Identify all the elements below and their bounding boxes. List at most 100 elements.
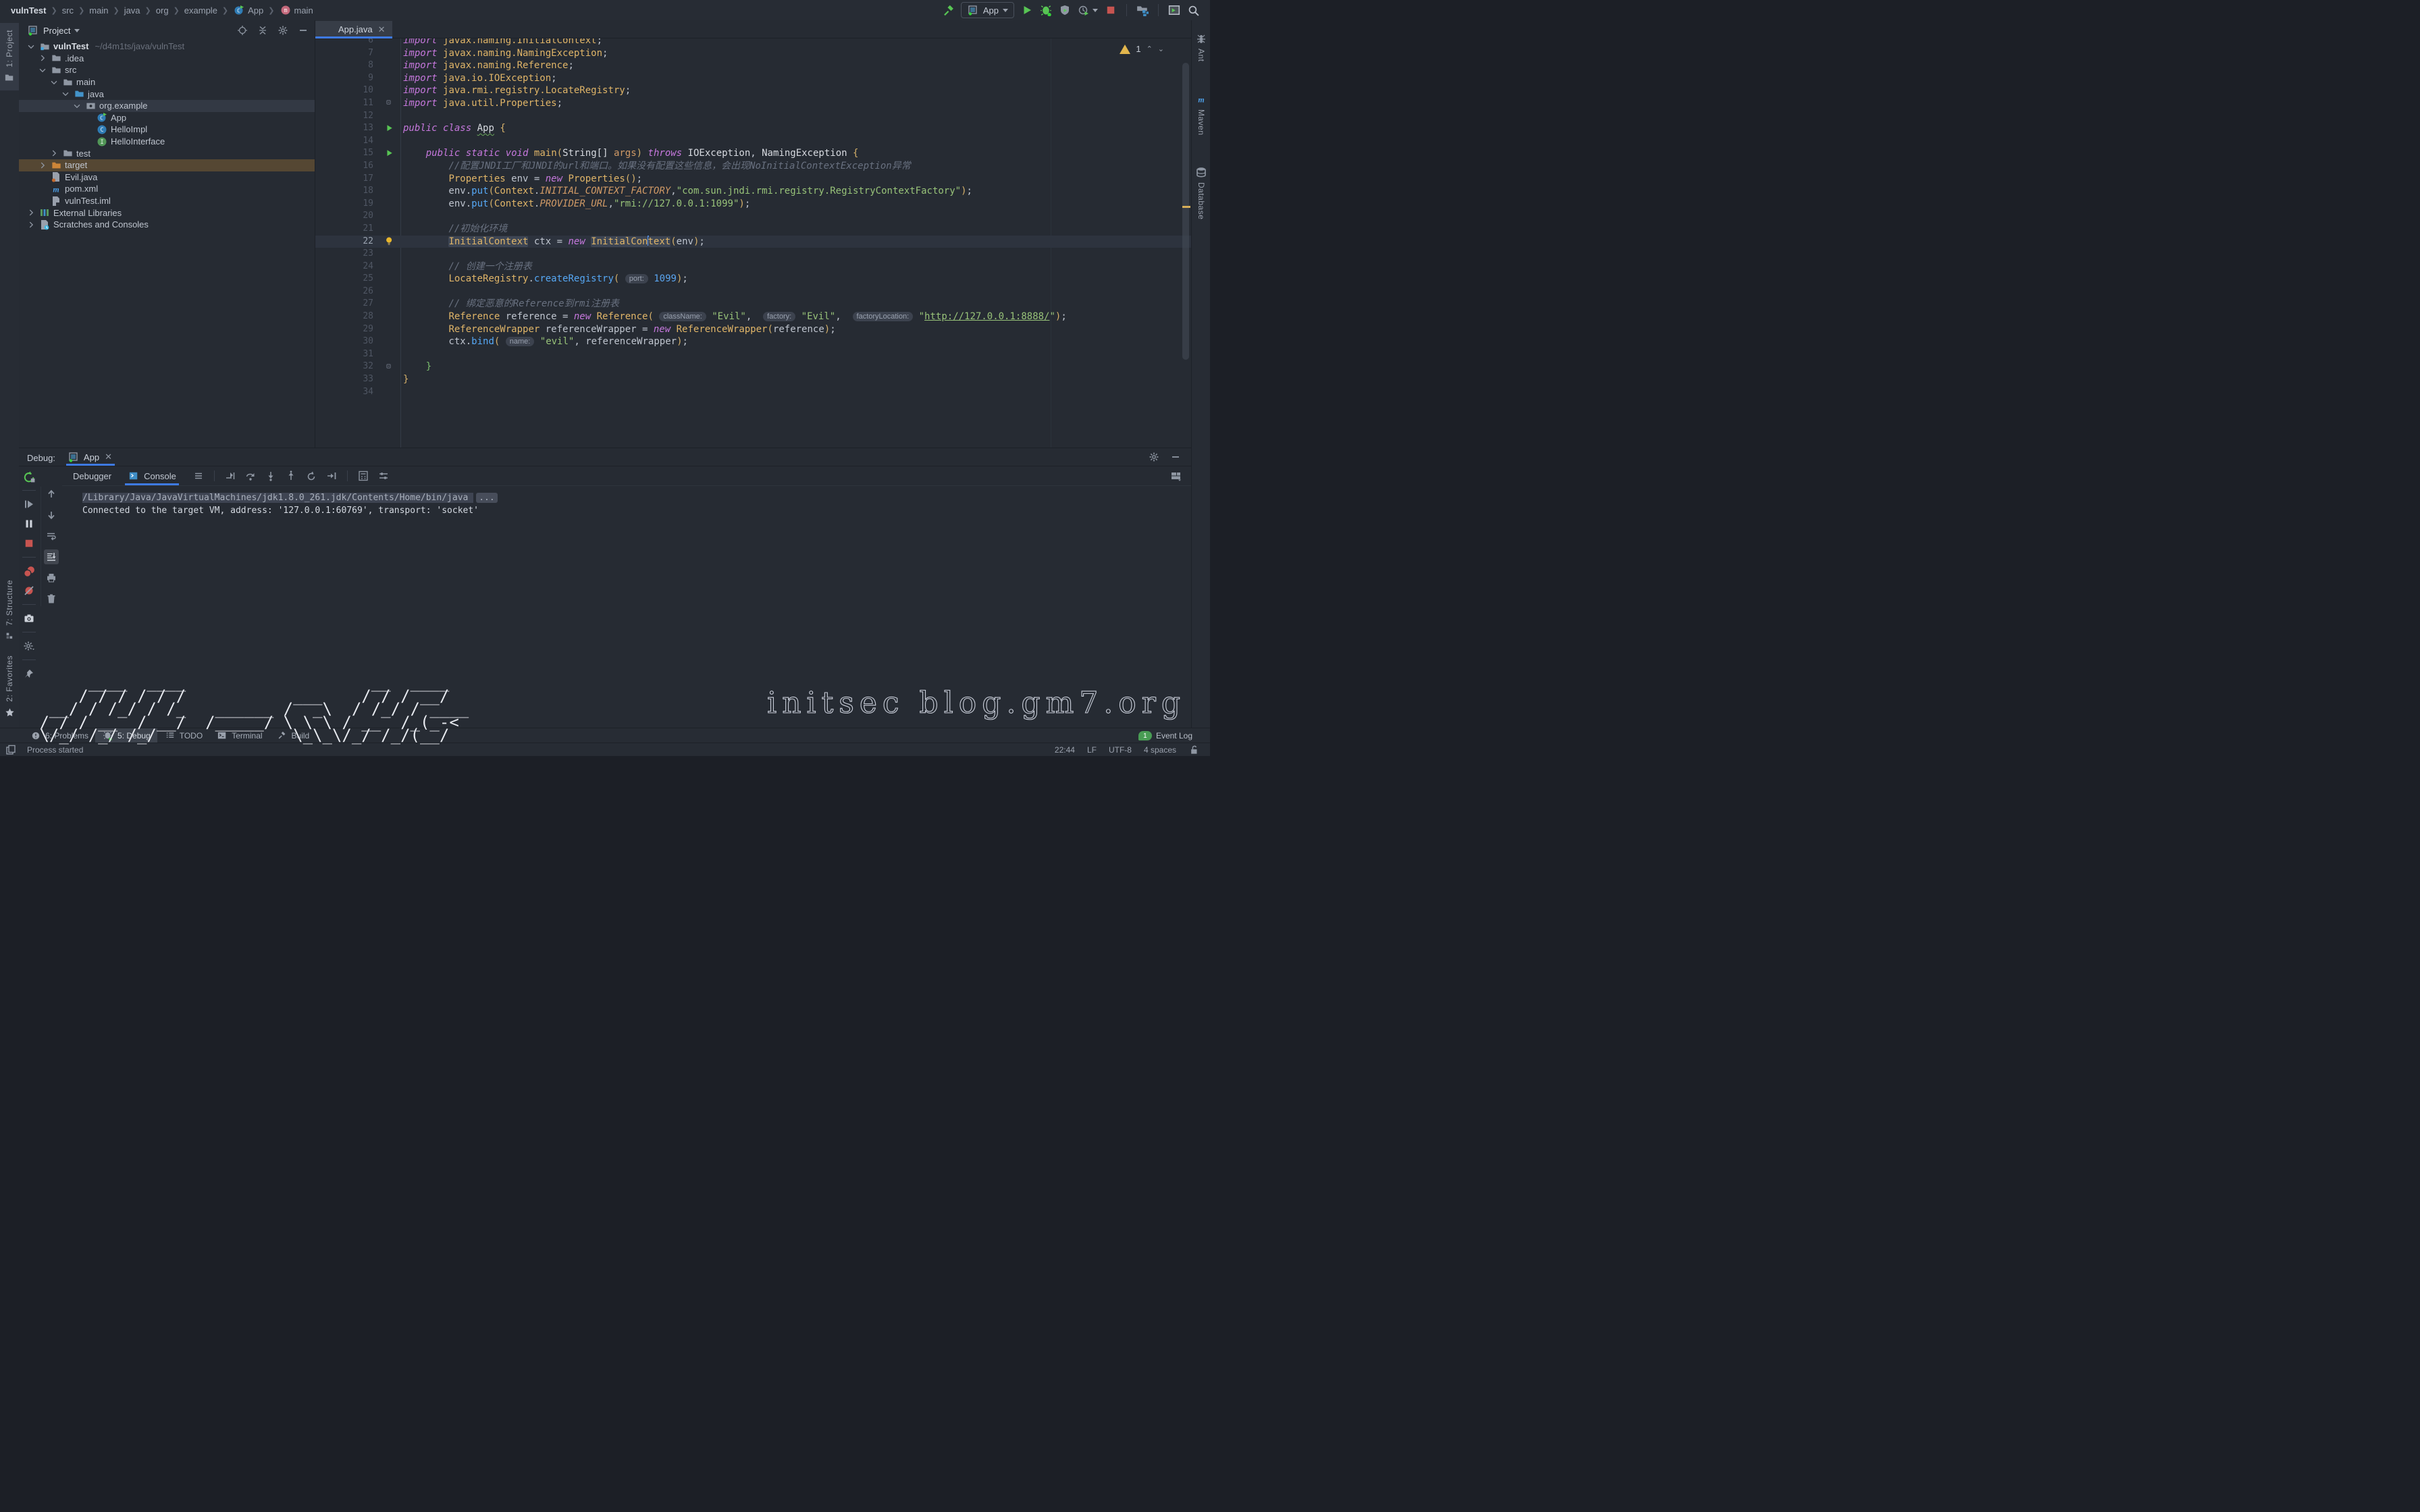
gutter-marks[interactable] bbox=[376, 323, 403, 336]
tree-item-test[interactable]: test bbox=[19, 147, 315, 159]
code-line-16[interactable]: 16 //配置JNDI工厂和JNDI的url和端口。如果没有配置这些信息，会出现… bbox=[315, 160, 1191, 173]
gutter-marks[interactable] bbox=[376, 261, 403, 273]
code-line-8[interactable]: 8import javax.naming.Reference; bbox=[315, 59, 1191, 72]
gutter-marks[interactable] bbox=[376, 210, 403, 223]
status-item[interactable]: UTF-8 bbox=[1109, 745, 1132, 755]
code-line-31[interactable]: 31 bbox=[315, 348, 1191, 361]
rerun-button[interactable] bbox=[22, 469, 36, 484]
tree-item-hellointerface[interactable]: IHelloInterface bbox=[19, 136, 315, 148]
code-line-6[interactable]: 6import javax.naming.InitialContext; bbox=[315, 38, 1191, 47]
warning-icon[interactable] bbox=[1120, 45, 1130, 54]
error-stripe-mark[interactable] bbox=[1182, 206, 1190, 208]
code-line-9[interactable]: 9import java.io.IOException; bbox=[315, 72, 1191, 85]
code-line-12[interactable]: 12 bbox=[315, 110, 1191, 123]
prev-warning-icon[interactable]: ⌃ bbox=[1147, 45, 1153, 53]
project-structure-icon[interactable] bbox=[1136, 4, 1149, 16]
breadcrumb-item[interactable]: main bbox=[88, 5, 109, 16]
view-tab-console[interactable]: Console bbox=[121, 467, 183, 485]
bulb-icon[interactable] bbox=[384, 236, 396, 248]
gutter-marks[interactable] bbox=[376, 360, 403, 373]
gutter-marks[interactable] bbox=[376, 310, 403, 323]
stripe-button-maven[interactable]: mMaven bbox=[1195, 86, 1207, 142]
code-line-26[interactable]: 26 bbox=[315, 286, 1191, 298]
show-execution-point-button[interactable] bbox=[224, 470, 236, 482]
gutter-marks[interactable] bbox=[376, 236, 403, 248]
step-out-button[interactable] bbox=[285, 470, 297, 482]
fold-start-icon[interactable] bbox=[384, 361, 396, 373]
code-line-15[interactable]: 15 public static void main(String[] args… bbox=[315, 147, 1191, 160]
code-line-14[interactable]: 14 bbox=[315, 135, 1191, 148]
code-line-24[interactable]: 24 // 创建一个注册表 bbox=[315, 261, 1191, 273]
chevron-right-icon[interactable] bbox=[48, 147, 60, 159]
gear-icon[interactable] bbox=[1148, 451, 1160, 463]
code-line-20[interactable]: 20 bbox=[315, 210, 1191, 223]
code-line-17[interactable]: 17 Properties env = new Properties(); bbox=[315, 173, 1191, 186]
tree-item-target[interactable]: target bbox=[19, 159, 315, 171]
close-icon[interactable]: ✕ bbox=[378, 24, 386, 35]
gutter-marks[interactable] bbox=[376, 386, 403, 399]
scroll-to-end-button[interactable] bbox=[44, 549, 59, 564]
layout-settings-button[interactable] bbox=[1169, 470, 1191, 482]
hammer-icon[interactable] bbox=[942, 4, 954, 16]
status-item[interactable]: 4 spaces bbox=[1144, 745, 1176, 755]
locate-icon[interactable] bbox=[236, 24, 248, 36]
chevron-right-icon[interactable] bbox=[25, 207, 37, 219]
stripe-button-2-favorites[interactable]: 2: Favorites bbox=[0, 649, 19, 725]
chevron-down-icon[interactable] bbox=[36, 64, 49, 76]
chevron-down-icon[interactable] bbox=[74, 29, 80, 32]
tree-item-helloimpl[interactable]: CHelloImpl bbox=[19, 124, 315, 136]
chevron-right-icon[interactable] bbox=[25, 219, 37, 231]
code-line-7[interactable]: 7import javax.naming.NamingException; bbox=[315, 47, 1191, 60]
search-icon[interactable] bbox=[1187, 4, 1199, 16]
profiler-icon[interactable] bbox=[1078, 4, 1090, 16]
code-lines[interactable]: 6import javax.naming.InitialContext;7imp… bbox=[315, 38, 1191, 398]
breadcrumb-item[interactable]: CApp bbox=[232, 4, 265, 16]
tree-item-pom-xml[interactable]: mpom.xml bbox=[19, 183, 315, 195]
mute-breakpoints-button[interactable] bbox=[22, 583, 36, 598]
step-into-button[interactable] bbox=[265, 470, 277, 482]
gutter-marks[interactable] bbox=[376, 373, 403, 386]
unlocked-icon[interactable] bbox=[1188, 744, 1201, 756]
project-view-title[interactable]: Project bbox=[43, 26, 70, 36]
gutter-marks[interactable] bbox=[376, 38, 403, 47]
folded-output[interactable]: ... bbox=[476, 493, 497, 503]
coverage-icon[interactable] bbox=[1059, 4, 1071, 16]
code-line-21[interactable]: 21 //初始化环境 bbox=[315, 223, 1191, 236]
get-thread-dump-button[interactable] bbox=[22, 611, 36, 626]
tree-item-scratches-and-consoles[interactable]: Scratches and Consoles bbox=[19, 219, 315, 231]
clear-all-button[interactable] bbox=[44, 591, 59, 606]
console-history-button[interactable] bbox=[192, 470, 205, 482]
minimize-icon[interactable] bbox=[297, 24, 309, 36]
console-line[interactable]: /Library/Java/JavaVirtualMachines/jdk1.8… bbox=[82, 491, 1191, 504]
breadcrumb-item[interactable]: src bbox=[61, 5, 75, 16]
pause-program-button[interactable] bbox=[22, 516, 36, 531]
view-tab-debugger[interactable]: Debugger bbox=[66, 467, 118, 485]
soft-wrap-button[interactable] bbox=[44, 529, 59, 543]
gutter-marks[interactable] bbox=[376, 348, 403, 361]
gutter-marks[interactable] bbox=[376, 286, 403, 298]
breadcrumb-item[interactable]: vulnTest bbox=[9, 5, 48, 16]
code-line-30[interactable]: 30 ctx.bind( name: "evil", referenceWrap… bbox=[315, 335, 1191, 348]
run-icon[interactable] bbox=[1021, 4, 1033, 16]
debug-bug-icon[interactable] bbox=[1040, 4, 1052, 16]
gutter-marks[interactable] bbox=[376, 84, 403, 97]
up-stack-button[interactable] bbox=[44, 487, 59, 502]
chevron-down-icon[interactable] bbox=[25, 40, 37, 53]
gutter-marks[interactable] bbox=[376, 59, 403, 72]
stop-process-button[interactable] bbox=[22, 536, 36, 551]
gutter-marks[interactable] bbox=[376, 47, 403, 60]
gutter-marks[interactable] bbox=[376, 198, 403, 211]
chevron-right-icon[interactable] bbox=[36, 159, 49, 171]
code-viewport[interactable]: 6import javax.naming.InitialContext;7imp… bbox=[315, 38, 1191, 448]
breadcrumb-item[interactable]: mmain bbox=[278, 4, 315, 16]
code-line-22[interactable]: 22 InitialContext ctx = new InitialConte… bbox=[315, 236, 1191, 248]
view-breakpoints-button[interactable] bbox=[22, 564, 36, 578]
tree-item-org-example[interactable]: org.example bbox=[19, 100, 315, 112]
code-line-23[interactable]: 23 bbox=[315, 248, 1191, 261]
run-gutter-icon[interactable] bbox=[384, 148, 396, 160]
tree-item-external-libraries[interactable]: External Libraries bbox=[19, 207, 315, 219]
gutter-marks[interactable] bbox=[376, 110, 403, 123]
gutter-marks[interactable] bbox=[376, 135, 403, 148]
view-options-button[interactable] bbox=[377, 470, 390, 482]
run-config-selector[interactable]: App bbox=[961, 2, 1014, 18]
